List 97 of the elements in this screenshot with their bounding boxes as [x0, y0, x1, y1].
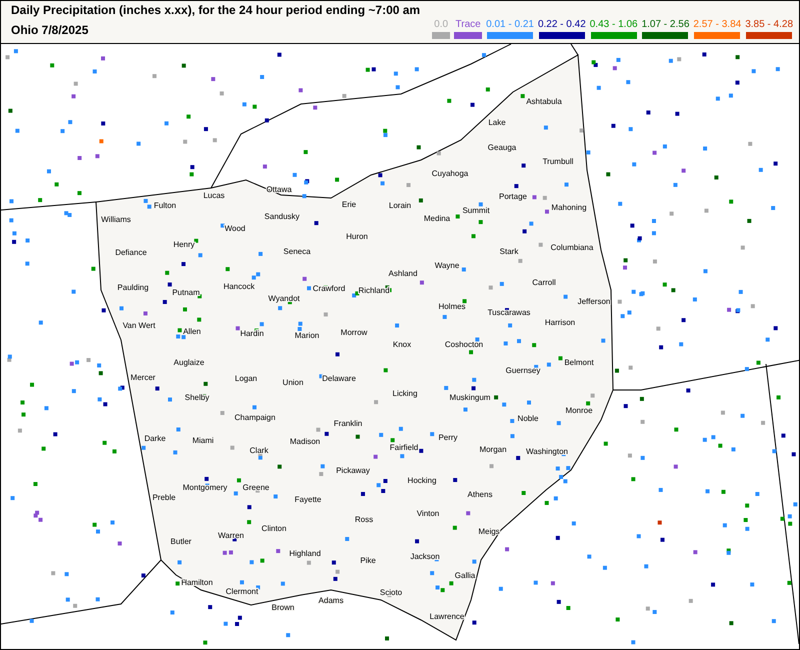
county-label: Monroe: [565, 406, 593, 415]
map-title: Daily Precipitation (inches x.xx), for the 24 hour period ending ~7:00 am: [11, 3, 420, 17]
county-label: Muskingum: [450, 393, 490, 402]
county-label: Seneca: [283, 247, 311, 256]
county-label: Medina: [424, 214, 450, 223]
legend-label: 0.22 - 0.42: [538, 19, 586, 30]
county-label: Richland: [358, 286, 390, 295]
county-label: Clark: [250, 446, 268, 455]
county-label: Pike: [360, 556, 376, 565]
county-label: Champaign: [234, 413, 276, 422]
county-label: Logan: [234, 374, 258, 383]
legend-label: 0.0: [434, 19, 448, 30]
county-label: Shelby: [184, 393, 210, 402]
county-label: Perry: [438, 433, 458, 442]
county-label: Jackson: [410, 552, 440, 561]
county-label: Jefferson: [578, 297, 610, 306]
county-label: Henry: [173, 240, 195, 249]
county-label: Morgan: [479, 445, 507, 454]
county-label: Coshocton: [444, 340, 484, 349]
county-label: Cuyahoga: [432, 169, 468, 178]
county-label: Preble: [152, 493, 176, 502]
county-label: Greene: [242, 483, 270, 492]
county-label: Ashtabula: [526, 97, 562, 106]
county-label: Butler: [170, 537, 192, 546]
county-label: Darke: [144, 434, 166, 443]
county-label: Morrow: [340, 328, 368, 337]
county-label: Defiance: [115, 248, 147, 257]
county-label: Harrison: [544, 318, 576, 327]
county-label: Williams: [101, 215, 131, 224]
county-label: Tuscarawas: [488, 308, 530, 317]
map-subtitle: Ohio 7/8/2025: [11, 23, 90, 37]
county-label: Pickaway: [336, 466, 370, 475]
county-label: Fairfield: [390, 443, 418, 452]
county-label: Carroll: [532, 278, 556, 287]
county-label: Hardin: [240, 329, 264, 338]
county-label: Montgomery: [182, 483, 228, 492]
county-label: Mahoning: [551, 203, 587, 212]
county-label: Clinton: [262, 524, 286, 533]
county-label: Van Wert: [122, 321, 156, 330]
county-label: Meigs: [478, 527, 500, 536]
county-label: Erie: [342, 200, 356, 209]
county-label: Mercer: [130, 373, 156, 382]
county-label: Lawrence: [430, 612, 464, 621]
county-label: Athens: [468, 490, 492, 499]
county-label: Huron: [346, 232, 368, 241]
county-label: Hancock: [223, 282, 255, 291]
county-label: Union: [282, 378, 304, 387]
legend-label: 0.43 - 1.06: [590, 19, 638, 30]
county-label: Lake: [488, 118, 506, 127]
county-label: Wayne: [434, 261, 460, 270]
county-label: Lucas: [203, 191, 225, 200]
county-label: Delaware: [322, 374, 356, 383]
county-label: Geauga: [488, 143, 516, 152]
legend-label: 1.07 - 2.56: [642, 19, 690, 30]
county-label: Columbiana: [550, 243, 594, 252]
county-label: Knox: [392, 340, 412, 349]
county-label: Adams: [318, 596, 344, 605]
county-label: Highland: [289, 549, 321, 558]
county-label: Hocking: [408, 476, 436, 485]
county-label: Ross: [354, 515, 374, 524]
county-label: Wyandot: [268, 294, 300, 303]
legend-label: Trace: [456, 19, 481, 30]
county-label: Fayette: [294, 495, 322, 504]
county-label: Noble: [518, 414, 538, 423]
county-label: Lorain: [388, 201, 412, 210]
county-label: Marion: [294, 331, 320, 340]
legend-label: 2.57 - 3.84: [693, 19, 742, 30]
county-label: Franklin: [334, 419, 362, 428]
legend-label: 0.01 - 0.21: [486, 19, 534, 30]
county-label: Clermont: [226, 587, 258, 596]
county-label: Auglaize: [174, 358, 204, 367]
county-label: Holmes: [438, 302, 466, 311]
county-label: Scioto: [380, 588, 402, 597]
county-label: Brown: [272, 603, 294, 612]
county-label: Ashland: [388, 269, 418, 278]
county-label: Paulding: [117, 283, 149, 292]
county-label: Fulton: [154, 201, 176, 210]
county-label: Miami: [192, 436, 214, 445]
county-label: Ottawa: [266, 185, 292, 194]
county-label: Allen: [183, 327, 201, 336]
county-label: Washington: [526, 447, 568, 456]
county-label: Wood: [224, 224, 246, 233]
county-label: Crawford: [312, 284, 346, 293]
legend-label: 3.85 - 4.28: [745, 19, 793, 30]
county-label: Stark: [500, 247, 518, 256]
county-label: Guernsey: [506, 366, 540, 375]
county-label: Licking: [392, 389, 418, 398]
county-label: Madison: [290, 437, 320, 446]
county-label: Belmont: [564, 358, 594, 367]
county-label: Vinton: [416, 509, 440, 518]
county-label: Putnam: [172, 288, 200, 297]
county-label: Portage: [498, 192, 528, 201]
county-label: Gallia: [454, 571, 476, 580]
county-label: Warren: [218, 531, 244, 540]
county-label: Sandusky: [264, 212, 300, 221]
county-label: Trumbull: [542, 157, 574, 166]
county-label: Summit: [462, 206, 490, 215]
